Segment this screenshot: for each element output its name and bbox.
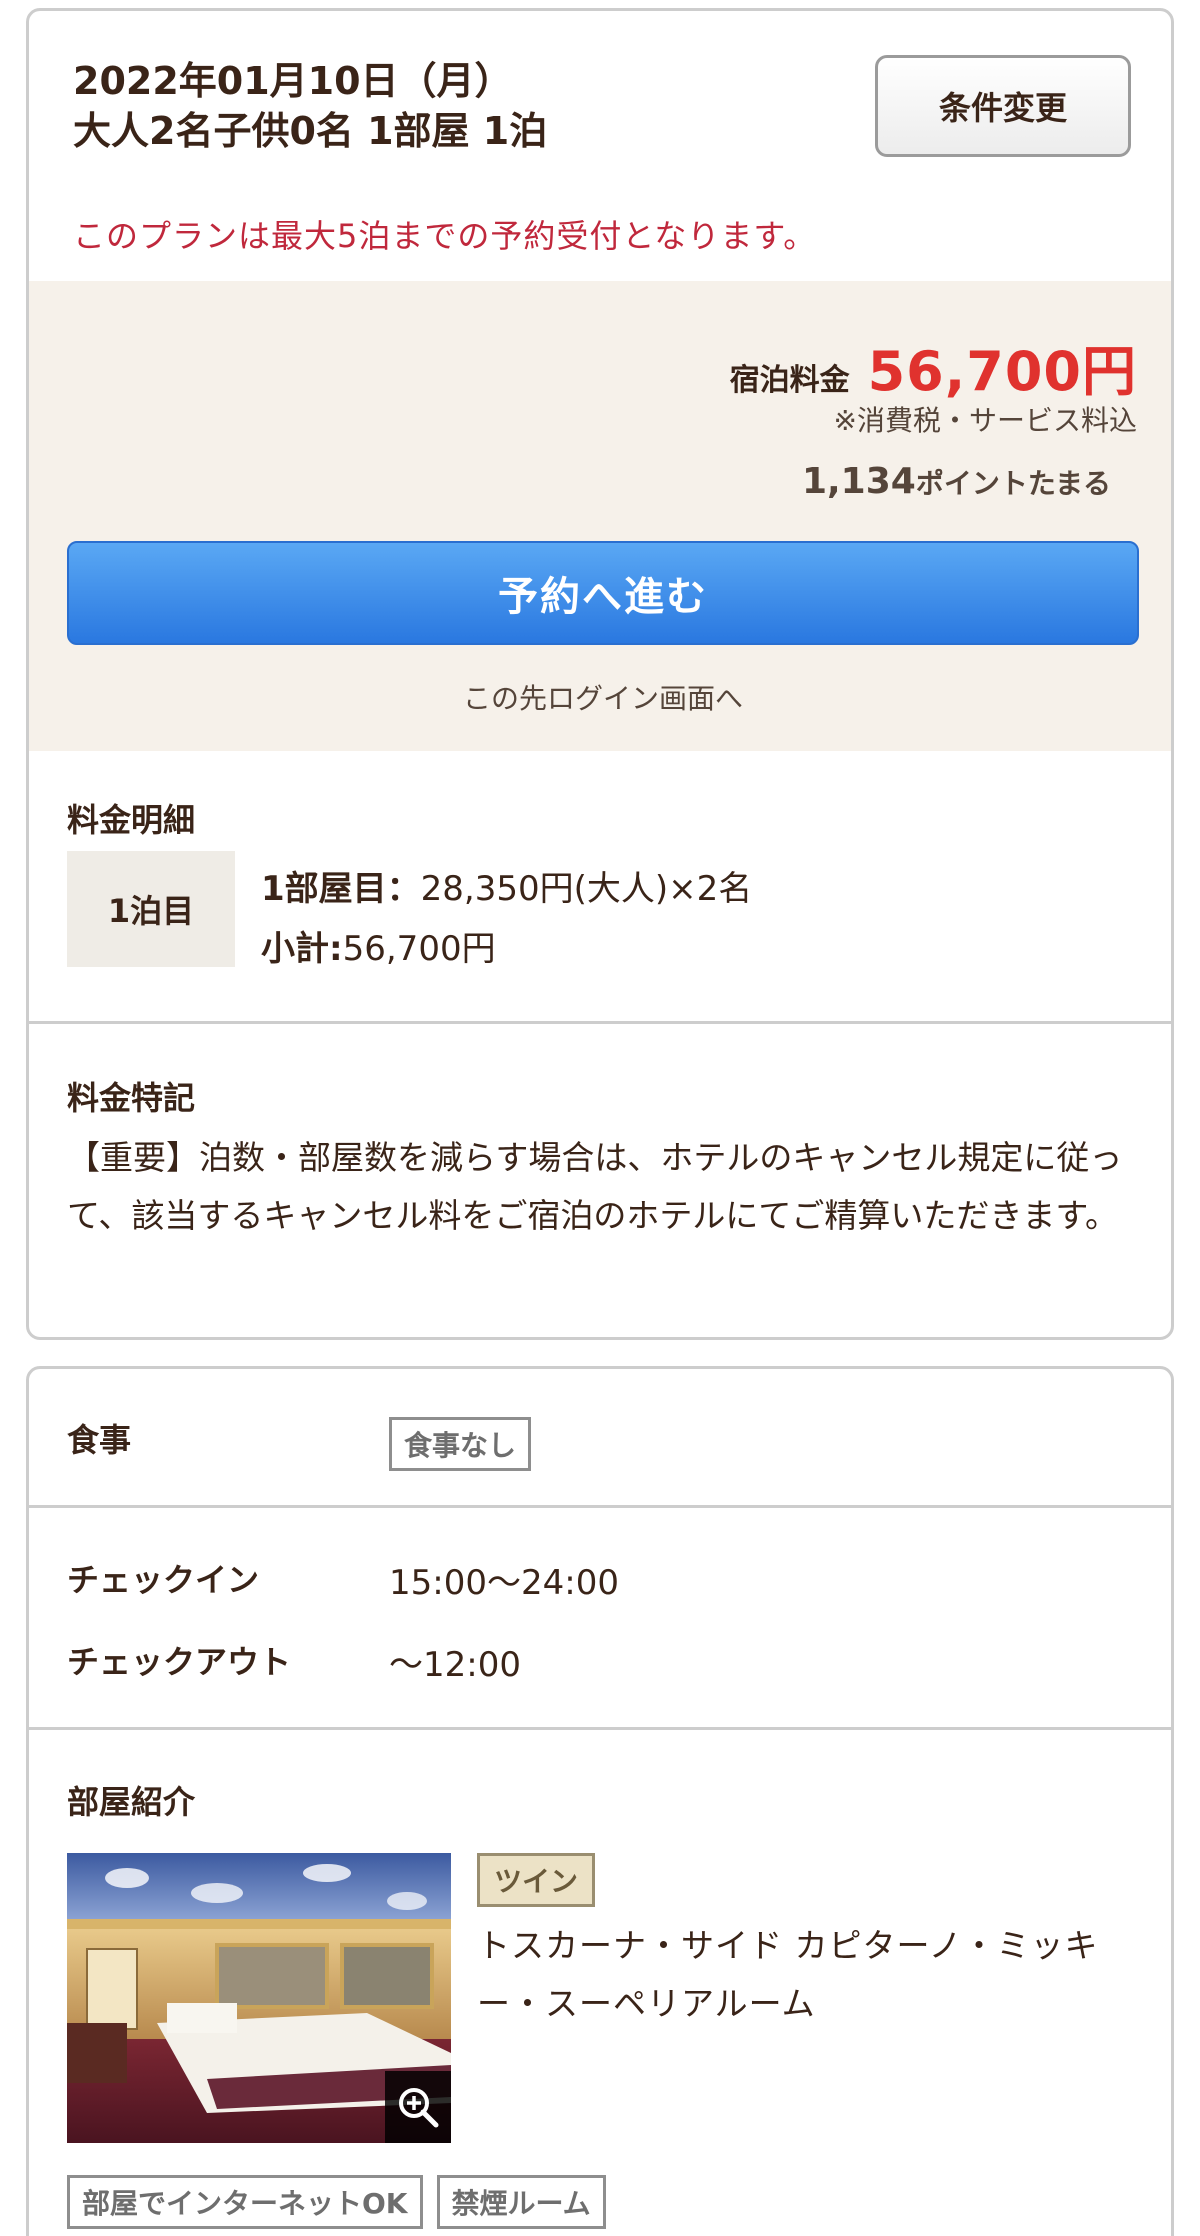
points-label: ポイントたまる (915, 467, 1111, 500)
meal-tag: 食事なし (389, 1417, 532, 1471)
subtotal-value: 56,700円 (342, 929, 496, 969)
checkin-value: 15:00〜24:00 (389, 1563, 619, 1603)
divider (29, 1505, 1171, 1508)
change-conditions-button[interactable]: 条件変更 (875, 55, 1131, 157)
price-label: 宿泊料金 (729, 363, 850, 398)
checkout-label: チェックアウト (67, 1643, 292, 1681)
price-breakdown-title: 料金明細 (67, 801, 196, 839)
feature-tag-internet: 部屋でインターネットOK (67, 2175, 423, 2229)
price-amount: 56,700円 (867, 340, 1137, 403)
subtotal-label: 小計: (261, 929, 343, 969)
room-label: 1部屋目： (261, 869, 421, 909)
points-earned: 1,134 ポイントたまる (802, 461, 1111, 502)
login-note: この先ログイン画面へ (462, 682, 743, 715)
proceed-to-reservation-button[interactable]: 予約へ進む (67, 541, 1139, 645)
points-number: 1,134 (801, 461, 916, 502)
subtotal-line: 小計:56,700円 (261, 921, 496, 970)
room-intro-title: 部屋紹介 (67, 1783, 196, 1821)
price-notes-title: 料金特記 (67, 1079, 196, 1117)
price-panel: 宿泊料金 56,700円 ※消費税・サービス料込 1,134 ポイントたまる 予… (29, 281, 1171, 751)
checkin-label: チェックイン (67, 1561, 260, 1599)
room-feature-tags: 部屋でインターネットOK 禁煙ルーム (67, 2175, 606, 2229)
price-notes-text: 【重要】泊数・部屋数を減らす場合は、ホテルのキャンセル規定に従って、該当するキャ… (67, 1138, 1123, 1235)
stay-date: 2022年01月10日（月） (73, 59, 513, 103)
night-label: 1泊目 (67, 851, 235, 967)
price-row: 宿泊料金 56,700円 (730, 327, 1137, 406)
room-price-line: 1部屋目：28,350円(大人)×2名 (261, 861, 752, 910)
plan-limit-note: このプランは最大5泊までの予約受付となります。 (73, 217, 817, 255)
guest-room-summary: 大人2名子供0名 1部屋 1泊 (73, 109, 548, 153)
divider (29, 1727, 1171, 1730)
divider (29, 1021, 1171, 1024)
checkout-value: 〜12:00 (389, 1645, 521, 1685)
room-photo[interactable] (67, 1853, 451, 2143)
room-name[interactable]: トスカーナ・サイド カピターノ・ミッキー・スーペリアルーム (477, 1917, 1117, 2033)
feature-tag-non-smoking: 禁煙ルーム (436, 2175, 606, 2229)
zoom-in-icon[interactable] (385, 2071, 451, 2143)
room-price-value: 28,350円(大人)×2名 (420, 869, 753, 909)
page: 2022年01月10日（月） 大人2名子供0名 1部屋 1泊 条件変更 このプラ… (0, 0, 1200, 2236)
plan-details-card: 食事 食事なし チェックイン 15:00〜24:00 チェックアウト 〜12:0… (26, 1366, 1174, 2236)
tax-note: ※消費税・サービス料込 (833, 404, 1137, 437)
meal-label: 食事 (67, 1421, 132, 1459)
plan-summary-card: 2022年01月10日（月） 大人2名子供0名 1部屋 1泊 条件変更 このプラ… (26, 8, 1174, 1340)
room-type-tag: ツイン (477, 1853, 596, 1907)
